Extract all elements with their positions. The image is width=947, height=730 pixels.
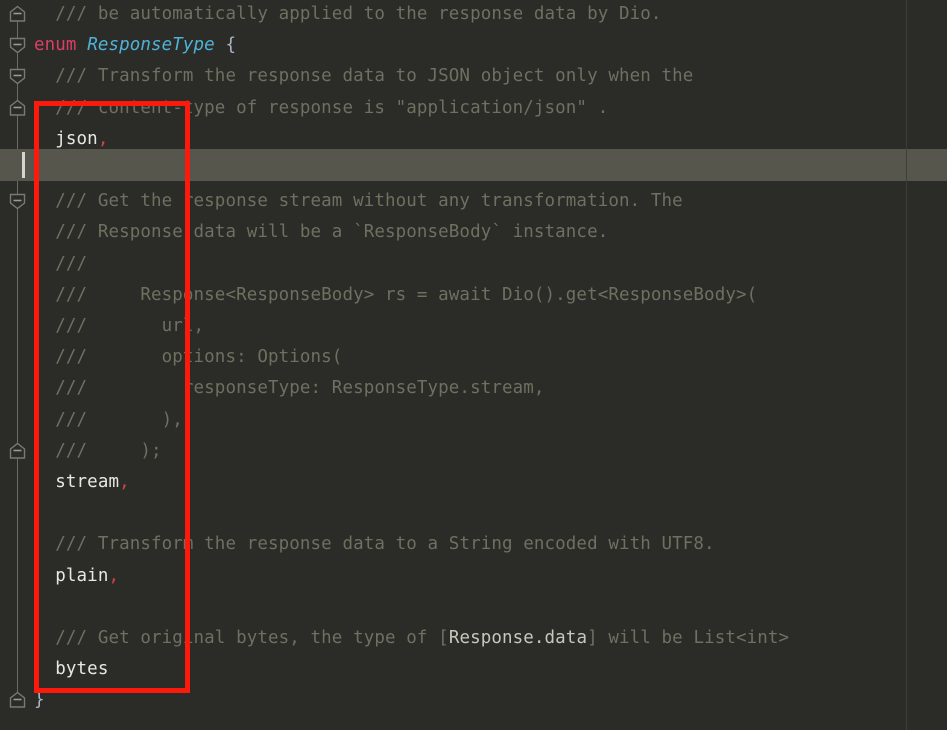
code-token: ResponseType [87, 35, 215, 56]
code-line[interactable]: bytes [0, 654, 906, 685]
code-line[interactable]: /// be automatically applied to the resp… [0, 0, 906, 30]
code-line[interactable]: /// Get the response stream without any … [0, 186, 906, 217]
fold-marker-collapse-14-icon[interactable] [6, 442, 29, 461]
code-line-text: /// Transform the response data to JSON … [0, 61, 693, 92]
editor-scroll-gutter[interactable] [907, 0, 947, 730]
fold-marker-collapse-22-icon[interactable] [6, 691, 29, 710]
scroll-gutter-current-line-marker [907, 149, 947, 181]
code-token: json [34, 128, 98, 149]
code-line[interactable]: /// content-type of response is "applica… [0, 93, 906, 124]
code-token: /// Get the response stream without any … [34, 191, 683, 212]
current-line-highlight [0, 149, 906, 181]
code-line-text: /// Get the response stream without any … [0, 186, 683, 217]
code-token: bytes [34, 659, 109, 680]
code-token: /// [34, 253, 88, 274]
fold-marker-collapse-3-icon[interactable] [6, 99, 29, 118]
code-line[interactable]: /// ); [0, 436, 906, 467]
code-token: plain [34, 565, 109, 586]
code-line[interactable]: /// Response<ResponseBody> rs = await Di… [0, 280, 906, 311]
code-token: stream [34, 472, 120, 492]
code-line[interactable]: /// url, [0, 311, 906, 342]
code-token: , [119, 472, 130, 492]
code-token: } [34, 690, 45, 711]
code-line[interactable] [0, 498, 906, 529]
code-line-text: /// responseType: ResponseType.stream, [0, 373, 545, 404]
code-token: /// content-type of response is "applica… [34, 97, 609, 118]
code-line-text: enum ResponseType { [0, 30, 236, 61]
code-line[interactable]: /// [0, 249, 906, 280]
code-token: /// Transform the response data to a Str… [34, 534, 715, 555]
code-line-text: /// be automatically applied to the resp… [0, 0, 662, 30]
code-token: /// url, [34, 316, 205, 336]
code-token: /// responseType: ResponseType.stream, [34, 378, 545, 399]
code-token: /// be automatically applied to the resp… [34, 4, 662, 24]
code-line[interactable]: /// Transform the response data to JSON … [0, 61, 906, 92]
code-line[interactable]: /// ), [0, 405, 906, 436]
code-line-text: /// Get original bytes, the type of [Res… [0, 623, 789, 654]
editor-screenshot: /// be automatically applied to the resp… [0, 0, 947, 730]
code-line[interactable]: plain, [0, 561, 906, 592]
code-folding-gutter[interactable] [0, 0, 34, 730]
fold-marker-collapse-6-icon[interactable] [6, 192, 29, 211]
code-token: /// Response data will be a `ResponseBod… [34, 222, 609, 243]
code-line-text: /// Transform the response data to a Str… [0, 529, 715, 560]
fold-marker-collapse-1-icon[interactable] [6, 36, 29, 55]
code-line[interactable]: stream, [0, 467, 906, 498]
code-line[interactable] [0, 592, 906, 623]
code-line-text: /// content-type of response is "applica… [0, 93, 608, 124]
code-line[interactable]: /// responseType: ResponseType.stream, [0, 373, 906, 404]
code-line-text: /// Response<ResponseBody> rs = await Di… [0, 280, 757, 311]
code-line[interactable]: /// Response data will be a `ResponseBod… [0, 217, 906, 248]
code-token: enum [34, 35, 88, 56]
code-line[interactable]: /// options: Options( [0, 342, 906, 373]
code-line[interactable]: /// Get original bytes, the type of [Res… [0, 623, 906, 654]
code-token: /// Transform the response data to JSON … [34, 66, 694, 87]
text-caret [22, 152, 25, 178]
code-token: /// Response<ResponseBody> rs = await Di… [34, 284, 758, 305]
code-token: ] will be List<int> [587, 628, 790, 648]
code-token: Response.data [448, 628, 588, 648]
fold-marker-collapse-2-icon[interactable] [6, 67, 29, 86]
code-token: /// options: Options( [34, 347, 343, 368]
code-line[interactable]: } [0, 685, 906, 716]
code-token: { [214, 35, 237, 56]
code-line[interactable]: enum ResponseType { [0, 30, 906, 61]
code-editor-area[interactable]: /// be automatically applied to the resp… [0, 0, 906, 730]
code-line-text: /// Response data will be a `ResponseBod… [0, 217, 608, 248]
code-token: , [108, 565, 120, 586]
code-token: /// ); [34, 440, 162, 461]
code-token: /// ), [34, 409, 183, 430]
code-line-text: /// options: Options( [0, 342, 342, 373]
fold-marker-collapse-0-icon[interactable] [6, 5, 29, 24]
code-token: /// Get original bytes, the type of [ [34, 628, 449, 648]
code-token: , [97, 128, 109, 149]
code-line[interactable]: /// Transform the response data to a Str… [0, 529, 906, 560]
